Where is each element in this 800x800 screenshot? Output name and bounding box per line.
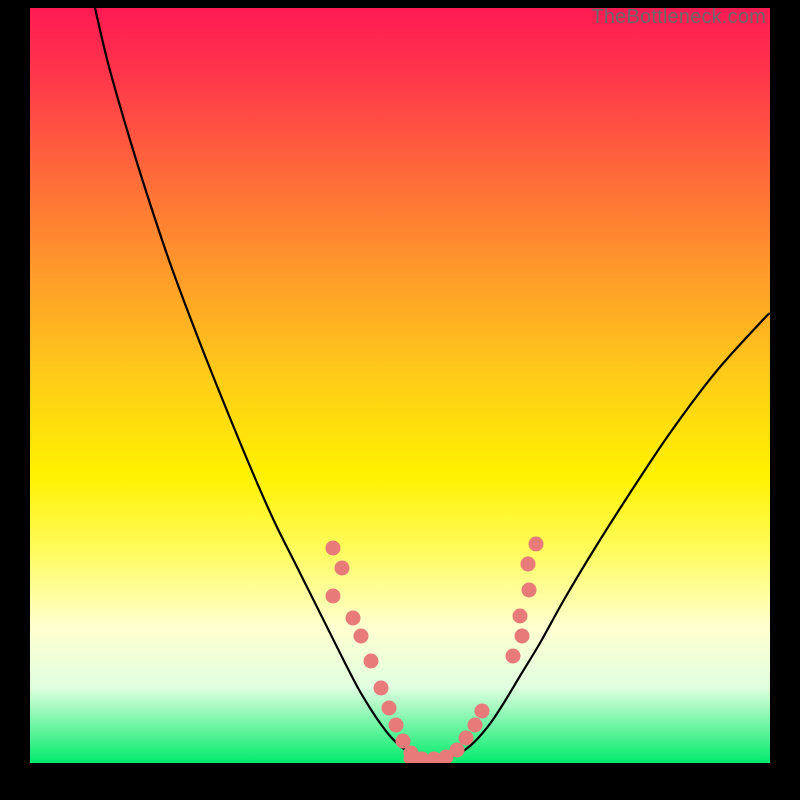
data-dot [515,629,530,644]
data-dot [513,609,528,624]
data-dot [468,718,483,733]
data-dot [354,629,369,644]
data-dot [335,561,350,576]
data-dot [506,649,521,664]
data-dot [522,583,537,598]
data-dot [450,743,465,758]
data-dot [521,557,536,572]
data-dot [364,654,379,669]
bottleneck-curve [95,8,770,759]
data-dot [529,537,544,552]
data-dot [382,701,397,716]
data-dot [326,589,341,604]
data-dot [374,681,389,696]
data-dot [389,718,404,733]
data-dot [459,731,474,746]
watermark-text: TheBottleneck.com [591,6,766,29]
chart-overlay [30,8,770,763]
data-dots-group [326,537,544,764]
data-dot [475,704,490,719]
data-dot [326,541,341,556]
data-dot [346,611,361,626]
